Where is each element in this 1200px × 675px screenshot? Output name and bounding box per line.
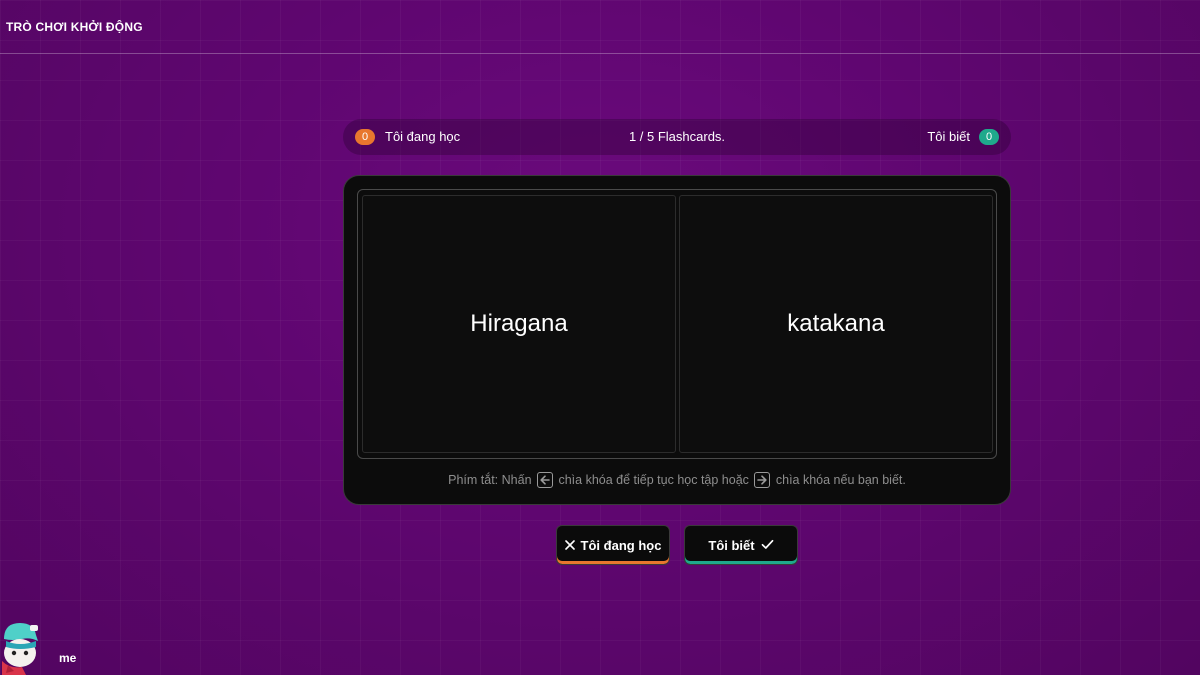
hint-left-text: chìa khóa để tiếp tục học tập hoặc bbox=[558, 473, 749, 487]
keyboard-shortcut-hint: Phím tắt: Nhấn chìa khóa để tiếp tục học… bbox=[344, 472, 1010, 488]
still-learning-button[interactable]: Tôi đang học bbox=[556, 525, 670, 565]
close-icon bbox=[564, 538, 575, 553]
check-icon bbox=[761, 538, 774, 553]
hint-prefix: Phím tắt: Nhấn bbox=[448, 473, 532, 487]
know-count-badge: 0 bbox=[979, 129, 999, 145]
flashcard-status-bar: 0 Tôi đang học 1 / 5 Flashcards. Tôi biế… bbox=[343, 119, 1011, 155]
flashcard-front-text: Hiragana bbox=[470, 310, 568, 337]
flashcard-back[interactable]: katakana bbox=[679, 195, 993, 453]
flashcard-front[interactable]: Hiragana bbox=[362, 195, 676, 453]
i-know-button-label: Tôi biết bbox=[708, 537, 755, 553]
username: me bbox=[59, 651, 77, 665]
arrow-right-icon bbox=[754, 472, 771, 488]
flashcard-frame[interactable]: Hiragana katakana bbox=[357, 189, 997, 459]
i-know-button[interactable]: Tôi biết bbox=[684, 525, 798, 565]
flashcard: Hiragana katakana Phím tắt: Nhấn chìa kh… bbox=[343, 175, 1011, 505]
avatar bbox=[0, 617, 44, 675]
progress-label: 1 / 5 Flashcards. bbox=[628, 129, 726, 144]
know-label: Tôi biết bbox=[927, 129, 970, 144]
flashcard-back-text: katakana bbox=[787, 310, 885, 337]
hint-right-text: chìa khóa nếu bạn biết. bbox=[775, 473, 906, 487]
arrow-left-icon bbox=[537, 472, 553, 488]
still-learning-button-label: Tôi đang học bbox=[580, 537, 662, 553]
page-title: TRÒ CHƠI KHỞI ĐỘNG bbox=[6, 20, 143, 34]
top-bar: TRÒ CHƠI KHỞI ĐỘNG bbox=[0, 0, 1200, 54]
